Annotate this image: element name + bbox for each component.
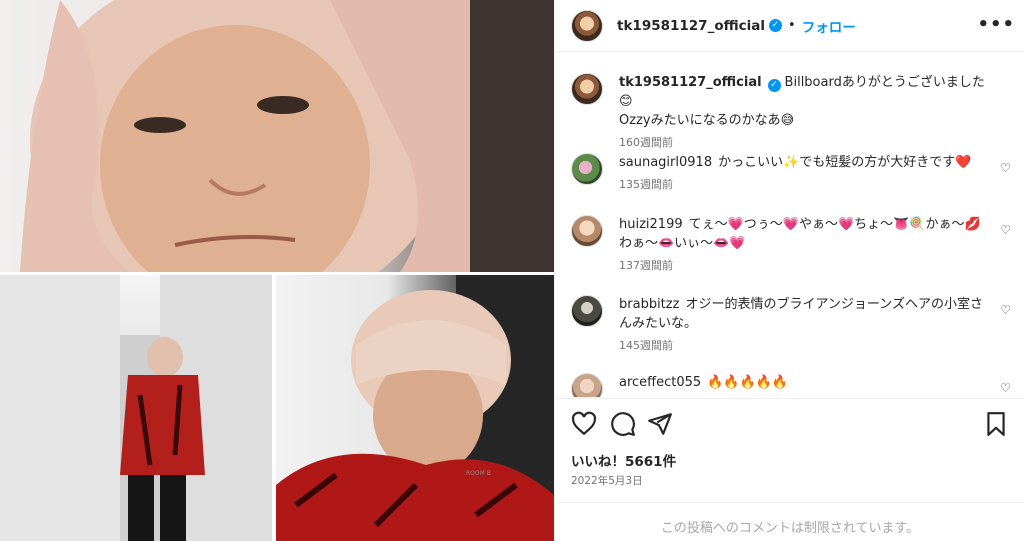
- comment-text: オジー的表情のブライアンジョーンズヘアの小室さ: [685, 297, 984, 312]
- comment-item: arceffect055 🔥🔥🔥🔥🔥 ♡: [571, 373, 1011, 397]
- bookmark-icon[interactable]: [983, 411, 1009, 437]
- commenter-username[interactable]: arceffect055: [619, 375, 701, 390]
- commenter-username[interactable]: brabbitzz: [619, 297, 679, 312]
- svg-text:ROOM B: ROOM B: [466, 470, 491, 477]
- photo-portrait-red-jacket: ROOM B: [276, 275, 554, 541]
- comment-time[interactable]: 145週間前: [619, 337, 1011, 353]
- comment-text-line2: んみたいな。: [619, 316, 698, 331]
- comment-body: brabbitzz オジー的表情のブライアンジョーンズヘアの小室さ んみたいな。: [619, 295, 1011, 333]
- author-username[interactable]: tk19581127_official: [617, 18, 765, 34]
- comment-item: brabbitzz オジー的表情のブライアンジョーンズヘアの小室さ んみたいな。 …: [571, 295, 1011, 353]
- comment-item: huizi2199 てぇ〜💗つぅ〜💗やぁ〜💗ちょ〜👅🍭かぁ〜💋 わぁ〜👄いぃ〜👄💗…: [571, 215, 1011, 273]
- commenter-avatar[interactable]: [571, 295, 603, 327]
- comments-limited-notice: この投稿へのコメントは制限されています。: [555, 502, 1024, 541]
- caption: tk19581127_official ✓ Billboardありがとうございました…: [571, 73, 1011, 150]
- comment-text-line2: わぁ〜👄いぃ〜👄💗: [619, 236, 746, 251]
- like-comment-heart-icon[interactable]: ♡: [1000, 223, 1011, 237]
- commenter-username[interactable]: saunagirl0918: [619, 155, 712, 170]
- comment-time[interactable]: 135週間前: [619, 176, 1011, 192]
- caption-username[interactable]: tk19581127_official: [619, 75, 762, 90]
- send-paper-plane-icon[interactable]: [647, 411, 673, 437]
- comment-bubble-icon[interactable]: [610, 411, 636, 437]
- comment-text: かっこいい✨でも短髪の方が大好きです❤️: [718, 155, 972, 170]
- follow-button[interactable]: フォロー: [802, 16, 856, 36]
- verified-badge-icon: ✓: [767, 79, 781, 92]
- verified-badge-icon: ✓: [769, 19, 783, 32]
- caption-time[interactable]: 160週間前: [619, 134, 1011, 150]
- commenter-avatar[interactable]: [571, 373, 603, 397]
- commenter-username[interactable]: huizi2199: [619, 217, 683, 232]
- comments-list[interactable]: tk19581127_official ✓ Billboardありがとうございました…: [555, 53, 1024, 397]
- commenter-avatar[interactable]: [571, 215, 603, 247]
- comment-body: huizi2199 てぇ〜💗つぅ〜💗やぁ〜💗ちょ〜👅🍭かぁ〜💋 わぁ〜👄いぃ〜👄💗: [619, 215, 1011, 253]
- caption-avatar[interactable]: [571, 73, 603, 105]
- like-comment-heart-icon[interactable]: ♡: [1000, 381, 1011, 395]
- like-comment-heart-icon[interactable]: ♡: [1000, 303, 1011, 317]
- more-options-icon[interactable]: •••: [977, 14, 1015, 35]
- post-media[interactable]: ROOM B: [0, 0, 554, 541]
- heart-outline-icon[interactable]: [571, 411, 597, 437]
- like-comment-heart-icon[interactable]: ♡: [1000, 161, 1011, 175]
- author-avatar[interactable]: [571, 9, 603, 42]
- comment-text: 🔥🔥🔥🔥🔥: [707, 375, 789, 390]
- comment-time[interactable]: 137週間前: [619, 257, 1011, 273]
- post-header: tk19581127_official ✓ • フォロー •••: [555, 0, 1024, 52]
- post-date[interactable]: 2022年5月3日: [571, 473, 643, 488]
- comment-body: arceffect055 🔥🔥🔥🔥🔥: [619, 373, 1011, 392]
- photo-closeup-face: [0, 0, 554, 272]
- photo-hallway-full-body: [0, 275, 272, 541]
- commenter-avatar[interactable]: [571, 153, 603, 185]
- likes-count[interactable]: いいね！5661件: [571, 450, 676, 470]
- header-separator: •: [788, 18, 796, 33]
- caption-text-line2: Ozzyみたいになるのかなあ😅: [619, 113, 795, 128]
- comment-body: saunagirl0918 かっこいい✨でも短髪の方が大好きです❤️: [619, 153, 1011, 172]
- post-side-panel: tk19581127_official ✓ • フォロー ••• tk19581…: [554, 0, 1024, 541]
- comment-item: saunagirl0918 かっこいい✨でも短髪の方が大好きです❤️ 135週間前…: [571, 153, 1011, 192]
- caption-body: tk19581127_official ✓ Billboardありがとうございました…: [619, 73, 1011, 130]
- post-actions: いいね！5661件 2022年5月3日: [555, 398, 1024, 502]
- comment-text: てぇ〜💗つぅ〜💗やぁ〜💗ちょ〜👅🍭かぁ〜💋: [688, 217, 981, 232]
